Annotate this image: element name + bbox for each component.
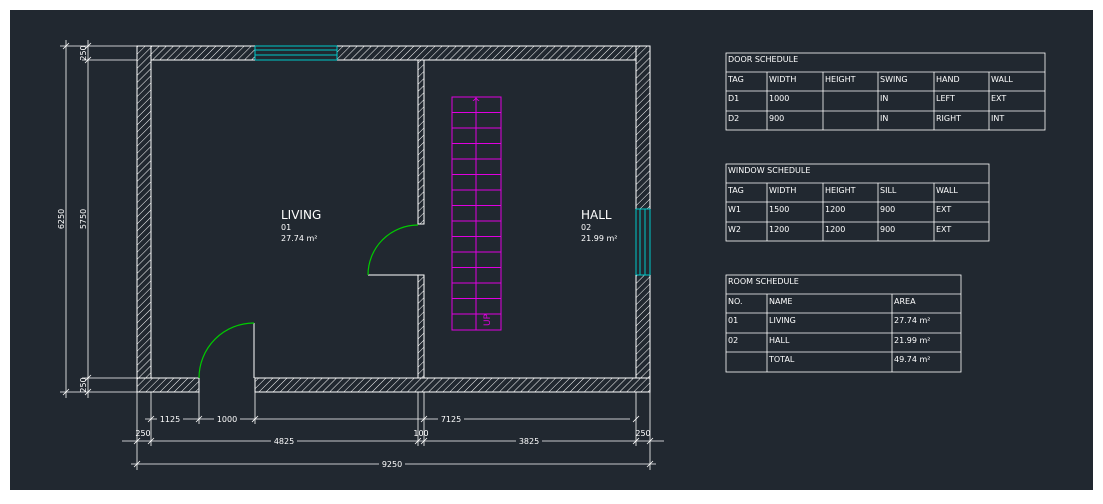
window-header-cell: WIDTH — [769, 186, 796, 195]
room-name: HALL — [581, 208, 612, 222]
window-header-cell: TAG — [727, 186, 744, 195]
dim-left-outer: 6250 — [57, 209, 66, 229]
dim-bottom-mid-left: 4825 — [274, 437, 294, 446]
room-cell: HALL — [769, 336, 790, 345]
door-cell: D1 — [728, 94, 739, 103]
stair-up-label: UP — [483, 313, 493, 326]
wall-right-lower — [635, 274, 651, 393]
window-cell: 900 — [880, 225, 895, 234]
dim-left-mid: 5750 — [79, 209, 88, 229]
dim-bottom-d3: 7125 — [441, 415, 461, 424]
wall-bottom-left — [136, 377, 200, 393]
dim-bottom-d2: 1000 — [217, 415, 237, 424]
door-cell: 1000 — [769, 94, 789, 103]
dim-bottom-wall-right: 250 — [635, 429, 650, 438]
cad-viewport: ^ UP LIVING 01 27.74 m² HALL 02 21.99 m²… — [0, 0, 1103, 500]
door-header-cell: HAND — [936, 75, 960, 84]
room-area: 21.99 m² — [581, 234, 617, 243]
room-header-cell: NAME — [769, 297, 792, 306]
dim-bottom-wall-mid: 100 — [413, 429, 428, 438]
door-header-cell: SWING — [880, 75, 908, 84]
window-cell: W2 — [728, 225, 741, 234]
window-cell: W1 — [728, 205, 741, 214]
room-cell: LIVING — [769, 316, 796, 325]
door-cell: 900 — [769, 114, 784, 123]
window-schedule-title: WINDOW SCHEDULE — [728, 166, 810, 175]
room-cell: 02 — [728, 336, 738, 345]
dim-left-bottom: 250 — [79, 377, 88, 392]
dim-bottom-wall-left: 250 — [135, 429, 150, 438]
room-cell: 27.74 m² — [894, 316, 930, 325]
window-header-cell: HEIGHT — [825, 186, 856, 195]
window-cell: EXT — [936, 205, 951, 214]
wall-top-right — [336, 45, 651, 61]
window-header-cell: WALL — [936, 186, 958, 195]
dim-bottom-total: 9250 — [382, 460, 402, 469]
door-cell: IN — [880, 94, 888, 103]
window-cell: 1200 — [825, 205, 845, 214]
door-header-cell: WIDTH — [769, 75, 796, 84]
dim-left-top: 250 — [79, 45, 88, 60]
dim-bottom-d1: 1125 — [160, 415, 180, 424]
room-cell: 21.99 m² — [894, 336, 930, 345]
wall-interior-lower — [417, 274, 425, 379]
wall-right-upper — [635, 45, 651, 210]
room-number: 02 — [581, 223, 591, 232]
room-header-cell: AREA — [894, 297, 916, 306]
door-schedule-title: DOOR SCHEDULE — [728, 55, 798, 64]
wall-interior-upper — [417, 59, 425, 225]
door-cell: EXT — [991, 94, 1006, 103]
door-cell: INT — [991, 114, 1004, 123]
door-header-cell: TAG — [727, 75, 744, 84]
window-header-cell: SILL — [880, 186, 897, 195]
door-cell: LEFT — [936, 94, 955, 103]
stair-arrow: ^ — [471, 96, 480, 109]
room-header-cell: NO. — [728, 297, 743, 306]
room-schedule-title: ROOM SCHEDULE — [728, 277, 799, 286]
room-cell: TOTAL — [768, 355, 795, 364]
wall-top-left — [136, 45, 256, 61]
window-cell: 1500 — [769, 205, 789, 214]
door-header-cell: WALL — [991, 75, 1013, 84]
door-cell: D2 — [728, 114, 739, 123]
window-cell: 900 — [880, 205, 895, 214]
window-cell: 1200 — [769, 225, 789, 234]
room-number: 01 — [281, 223, 291, 232]
wall-bottom-right — [254, 377, 651, 393]
room-cell: 01 — [728, 316, 738, 325]
wall-left — [136, 45, 152, 393]
door-cell: IN — [880, 114, 888, 123]
room-cell: 49.74 m² — [894, 355, 930, 364]
door-cell: RIGHT — [936, 114, 961, 123]
room-area: 27.74 m² — [281, 234, 317, 243]
door-header-cell: HEIGHT — [825, 75, 856, 84]
window-cell: EXT — [936, 225, 951, 234]
room-name: LIVING — [281, 208, 321, 222]
dim-bottom-mid-right: 3825 — [519, 437, 539, 446]
window-cell: 1200 — [825, 225, 845, 234]
